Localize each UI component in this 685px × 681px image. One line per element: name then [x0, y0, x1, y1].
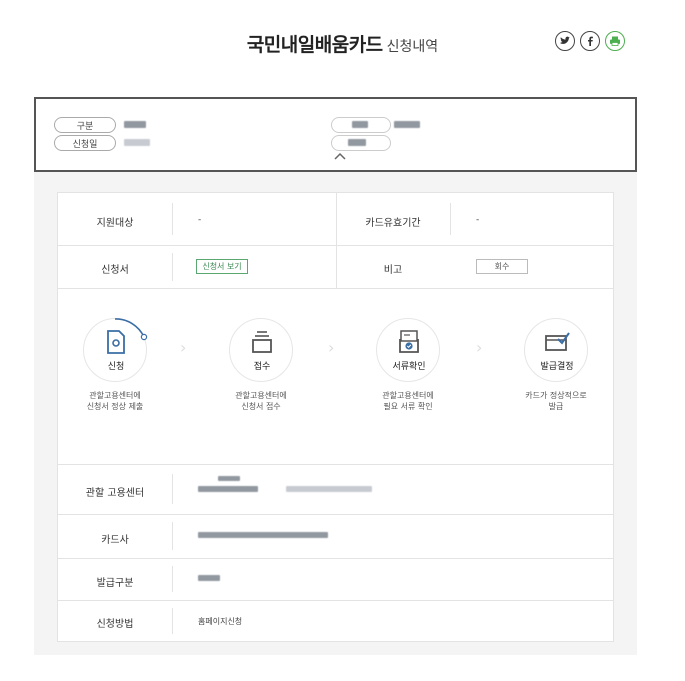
divider	[172, 566, 173, 592]
step-desc: 관할고용센터에신청서 정상 제출	[60, 390, 170, 412]
step-desc-line1: 관할고용센터에	[382, 391, 434, 400]
validity-label: 카드유효기간	[365, 218, 421, 229]
date-pill: 신청일	[54, 135, 116, 151]
target-value: -	[198, 215, 202, 225]
redacted-card-company	[198, 532, 328, 538]
divider	[172, 203, 173, 235]
tray-icon	[252, 331, 272, 353]
info-row-issue: 발급구분	[58, 558, 613, 601]
share-toolbar	[555, 31, 625, 51]
card-check-icon	[545, 332, 570, 351]
step-desc-line2: 신청서 정상 제출	[86, 402, 144, 411]
form-label: 신청서	[101, 265, 129, 276]
info-row-1: 지원대상 - 카드유효기간 -	[58, 193, 613, 246]
method-value: 홈페이지신청	[198, 617, 243, 626]
info-row-2: 신청서 신청서 보기 비고 회수	[58, 245, 613, 289]
type-pill: 구분	[54, 117, 116, 133]
info-row-center: 관할 고용센터	[58, 464, 613, 515]
redacted-center-2	[198, 486, 258, 492]
redacted-center-3	[286, 486, 372, 492]
redacted-value-2	[394, 121, 420, 128]
step-issue-decision: 발급결정	[524, 318, 588, 382]
step-desc-line1: 카드가 정상적으로	[525, 391, 587, 400]
divider	[172, 253, 173, 281]
detail-card: 지원대상 - 카드유효기간 - 신청서 신청서 보기 비고 회수 신청 관할고용…	[57, 192, 614, 642]
center-label: 관할 고용센터	[85, 488, 145, 499]
chevron-right-icon: ›	[180, 338, 187, 357]
step-desc-line2: 발급	[548, 402, 564, 411]
chevron-right-icon: ›	[328, 338, 335, 357]
document-icon	[107, 330, 125, 354]
redacted-date-value	[124, 139, 150, 146]
info-row-method: 신청방법 홈페이지신청	[58, 600, 613, 641]
document-check-icon	[399, 330, 419, 353]
view-form-button[interactable]: 신청서 보기	[196, 259, 248, 274]
validity-value: -	[476, 215, 480, 225]
redacted-value-1	[352, 121, 368, 128]
step-desc: 카드가 정상적으로발급	[501, 390, 611, 412]
step-desc-line2: 필요 서류 확인	[383, 402, 433, 411]
issue-type-label: 발급구분	[96, 578, 134, 589]
step-desc: 관할고용센터에필요 서류 확인	[353, 390, 463, 412]
note-label: 비고	[383, 265, 403, 276]
chevron-right-icon: ›	[476, 338, 483, 357]
page-title-main: 국민내일배움카드	[246, 34, 383, 56]
redacted-type-value	[124, 121, 146, 128]
step-document-check: 서류확인	[376, 318, 440, 382]
step-desc-line1: 관할고용센터에	[89, 391, 141, 400]
divider	[172, 608, 173, 634]
page-title-sub: 신청내역	[386, 39, 439, 55]
divider	[172, 474, 173, 504]
divider	[172, 522, 173, 550]
step-label: 발급결정	[540, 362, 574, 372]
target-label: 지원대상	[96, 218, 134, 229]
print-icon[interactable]	[605, 31, 625, 51]
step-receipt: 접수	[229, 318, 293, 382]
method-label: 신청방법	[96, 619, 134, 630]
info-row-card: 카드사	[58, 514, 613, 559]
facebook-icon[interactable]	[580, 31, 600, 51]
redacted-center-1	[218, 476, 240, 481]
withdraw-button[interactable]: 회수	[476, 259, 528, 274]
redacted-value-3	[348, 139, 366, 146]
step-label: 접수	[253, 362, 271, 372]
step-label: 신청	[107, 362, 125, 372]
step-apply: 신청	[83, 318, 148, 382]
redacted-issue-type	[198, 575, 220, 581]
chevron-up-icon[interactable]	[334, 152, 346, 160]
step-desc-line1: 관할고용센터에	[235, 391, 287, 400]
twitter-icon[interactable]	[555, 31, 575, 51]
step-desc-line2: 신청서 접수	[241, 402, 281, 411]
process-steps: 신청 관할고용센터에신청서 정상 제출 › 접수 관할고용센터에신청서 접수 ›	[58, 288, 613, 465]
card-company-label: 카드사	[101, 535, 129, 546]
step-label: 서류확인	[392, 362, 426, 372]
step-desc: 관할고용센터에신청서 접수	[206, 390, 316, 412]
application-summary: 구분 신청일	[34, 97, 637, 172]
divider	[450, 203, 451, 235]
